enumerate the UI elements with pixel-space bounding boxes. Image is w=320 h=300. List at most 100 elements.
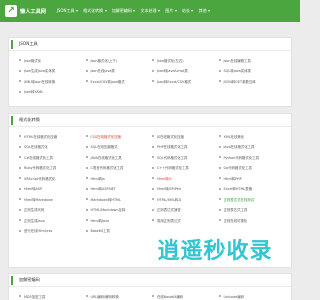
tool-link-label: Base64工具 (90, 229, 110, 234)
tool-link[interactable]: 在线Base64编码 (152, 291, 215, 300)
tool-link[interactable]: SQL代码格式化工具 (152, 152, 215, 163)
tool-link-label: Excel转HTML表格 (223, 187, 253, 192)
tool-link[interactable]: Base64工具 (85, 226, 149, 237)
tool-link[interactable]: Html转JSP/Perl (152, 184, 215, 195)
tool-link[interactable]: C#在线格式化工具 (19, 152, 82, 163)
tool-link[interactable]: HTML在线格式化压缩 (19, 131, 82, 142)
tool-link[interactable]: 正则表达式在线测试 (218, 194, 282, 205)
tool-link-label: Python代码格式化工具 (223, 155, 260, 160)
nav-item-image[interactable]: 图片 (163, 0, 180, 22)
bullet-icon (218, 295, 221, 298)
tool-link[interactable]: PHP在线格式化工具 (152, 142, 215, 153)
tool-link[interactable]: Excel转HTML表格 (218, 184, 282, 195)
logo-icon: ↗ (5, 5, 17, 17)
tool-link[interactable]: Json格式化(上下) (85, 55, 149, 66)
tool-link[interactable]: 正则生成代码 (19, 205, 82, 216)
tool-link[interactable]: Java在线格式化工具 (218, 142, 282, 153)
bullet-icon (19, 187, 21, 190)
bullet-icon (152, 166, 154, 169)
tool-link[interactable]: HTML/Markdown互转 (85, 205, 149, 216)
tool-link-label: Markdown转HTML (90, 197, 121, 202)
bullet-icon (19, 229, 21, 232)
nav-item-webmaster[interactable]: 站长 (179, 0, 196, 22)
tool-link-label: Json生成Java实体类 (24, 69, 56, 74)
tool-link-label: Html转JSP/Perl (157, 187, 182, 192)
tool-link[interactable]: JAVA在线格式化工具 (85, 152, 149, 163)
tool-link-label: 正则生成Java (24, 218, 45, 223)
bullet-icon (85, 219, 88, 222)
tool-link[interactable]: Html转ASP.NET (85, 184, 149, 195)
bullet-icon (218, 145, 221, 148)
tool-link[interactable]: Unicode编码 (218, 291, 282, 300)
tool-link[interactable]: SQL在线格式化 (19, 142, 82, 153)
nav-item-text[interactable]: 文本处理 (138, 0, 163, 22)
tool-link-label: Java在线格式化工具 (223, 145, 255, 150)
tool-link[interactable]: Python代码格式化工具 (218, 152, 282, 163)
bullet-icon (19, 219, 21, 222)
chevron-down-icon (133, 10, 136, 12)
tool-link-label: XML在线美化 (223, 134, 245, 139)
tool-link[interactable]: Html转JS (152, 173, 215, 184)
tool-link[interactable]: CSS在线格式化压缩 (85, 131, 149, 142)
tool-link[interactable]: XML转Json在线转换 (19, 76, 82, 87)
tool-link[interactable]: Json格式化(左右) (152, 55, 215, 66)
tool-link[interactable]: Html转PHP (218, 173, 282, 184)
tool-link[interactable]: Go代码格式化工具 (218, 163, 282, 174)
brand-name: 懒人工具网 (20, 8, 46, 15)
tool-link[interactable]: Json在线编辑工具 (218, 55, 282, 66)
bullet-icon (19, 90, 21, 93)
bullet-icon (85, 198, 88, 201)
nav-item-json[interactable]: JSON工具 (54, 0, 81, 22)
tool-link[interactable]: 常用正则表达式 (152, 215, 215, 226)
tool-link[interactable]: VBScript代码格式化 (19, 173, 82, 184)
tool-link-label: C#在线格式化工具 (24, 155, 53, 160)
tool-link-label: 正则表达式速查 (157, 208, 181, 213)
bullet-icon (218, 156, 221, 159)
tool-link[interactable]: SQL在线压缩格式 (85, 142, 149, 153)
tool-link[interactable]: 正则在线可视化 (218, 215, 282, 226)
tool-link-label: Go代码格式化工具 (223, 166, 252, 171)
bullet-icon (85, 208, 88, 211)
tool-link-label: HTML/Markdown互转 (90, 208, 126, 213)
site-logo[interactable]: ↗ 懒人工具网 (5, 5, 54, 17)
nav-item-other[interactable]: 其他 (196, 0, 213, 22)
tool-link[interactable]: JSON转GET参数互转 (218, 76, 282, 87)
tool-link[interactable]: SQL转Java实体类 (218, 66, 282, 77)
tool-link-label: Html转JS (157, 176, 172, 181)
tool-link[interactable]: Json格式化 (19, 55, 82, 66)
tool-link[interactable]: Excel/CSV转Json格式 (85, 76, 149, 87)
bullet-icon (19, 59, 21, 62)
tool-link[interactable]: Html转Java (85, 215, 149, 226)
nav-item-format[interactable]: 格式化转换 (81, 0, 110, 22)
panel-header: 加解密编码 (9, 274, 291, 287)
tool-link[interactable]: 进行在线Html/css (19, 226, 82, 237)
tool-link-label: SQL代码格式化工具 (157, 155, 188, 160)
tool-link[interactable]: Html转Js (85, 173, 149, 184)
tool-link[interactable]: URL编码/解码转换 (85, 291, 149, 300)
tool-link[interactable]: C++代码格式化工具 (152, 163, 215, 174)
tool-link[interactable]: Json转YAML (19, 87, 82, 98)
tool-link[interactable]: MD5加密工具 (19, 291, 82, 300)
tool-link[interactable]: JS在线格式化压缩 (152, 131, 215, 142)
tool-link[interactable]: Html转Markdown (19, 194, 82, 205)
tool-link[interactable]: 正则表达式工具 (218, 205, 282, 216)
tool-link[interactable]: Json转JavaScript类 (152, 66, 215, 77)
panel-header: JSON工具 (9, 38, 291, 51)
tool-link[interactable]: Ruby代码格式化工具 (19, 163, 82, 174)
tool-link[interactable]: Json生成Java实体类 (19, 66, 82, 77)
tool-link[interactable]: Json转Excel/CSV格式 (152, 76, 215, 87)
bullet-icon (19, 80, 21, 83)
bullet-icon (152, 59, 154, 62)
tool-link[interactable]: Json在线Java类 (85, 66, 149, 77)
tool-link[interactable]: HTML/XML转义 (152, 194, 215, 205)
tool-link-label: Json格式化(左右) (157, 58, 184, 63)
tool-link[interactable]: 正则表达式速查 (152, 205, 215, 216)
bullet-icon (152, 177, 154, 180)
tool-link[interactable]: C语言代码格式化工具 (85, 163, 149, 174)
tool-link[interactable]: 正则生成Java (19, 215, 82, 226)
tool-link[interactable]: Html转ASP (19, 184, 82, 195)
tool-link-label: C++代码格式化工具 (157, 166, 189, 171)
tool-link[interactable]: Markdown转HTML (85, 194, 149, 205)
tool-link[interactable]: XML在线美化 (218, 131, 282, 142)
nav-item-encode[interactable]: 加解密编码 (109, 0, 138, 22)
